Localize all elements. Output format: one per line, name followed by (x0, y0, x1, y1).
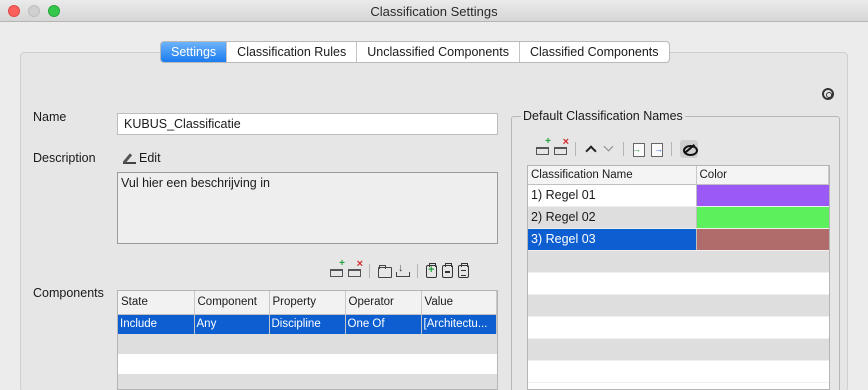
empty-row (118, 374, 497, 389)
pen-icon (123, 153, 136, 164)
classification-name-cell[interactable]: 1) Regel 01 (528, 184, 696, 207)
default-names-title: Default Classification Names (521, 109, 685, 123)
column-header[interactable]: Color (696, 166, 829, 185)
tab-classification-rules[interactable]: Classification Rules (226, 42, 356, 62)
table-cell[interactable]: One Of (345, 314, 422, 334)
empty-row (528, 360, 829, 383)
column-header[interactable]: Value (421, 291, 497, 315)
table-row[interactable]: 1) Regel 01 (528, 184, 829, 207)
toolbar-divider (671, 142, 672, 156)
default-names-toolbar (536, 136, 698, 158)
chevron-down-icon[interactable] (602, 143, 615, 155)
empty-row (528, 294, 829, 317)
empty-row (528, 272, 829, 295)
tab-settings[interactable]: Settings (161, 42, 227, 62)
empty-row (118, 354, 497, 374)
clipboard-add-icon[interactable] (426, 262, 437, 278)
color-swatch[interactable] (695, 206, 829, 229)
name-label: Name (33, 110, 67, 124)
table-row[interactable]: 3) Regel 03 (528, 228, 829, 251)
classification-names-table[interactable]: Classification Name Color 1) Regel 01 2)… (527, 165, 830, 390)
tab-classified-components[interactable]: Classified Components (519, 42, 669, 62)
edit-description-button[interactable]: Edit (123, 151, 161, 165)
column-header[interactable]: Operator (345, 291, 422, 315)
tab-bar: Settings Classification Rules Unclassifi… (160, 41, 670, 63)
column-header[interactable]: Property (269, 291, 346, 315)
empty-row (528, 338, 829, 361)
description-field[interactable]: Vul hier een beschrijving in (117, 172, 498, 244)
empty-row (118, 334, 497, 354)
chevron-up-icon[interactable] (584, 143, 597, 155)
delete-row-icon[interactable] (348, 258, 363, 277)
table-cell[interactable]: Discipline (269, 314, 346, 334)
description-label: Description (33, 151, 96, 165)
table-header-row: Classification Name Color (528, 166, 829, 185)
color-swatch[interactable] (695, 184, 829, 207)
export-icon[interactable] (650, 143, 663, 157)
toolbar-divider (575, 142, 576, 156)
add-row-icon[interactable] (330, 258, 345, 277)
window-title: Classification Settings (370, 4, 498, 19)
classification-name-cell[interactable]: 3) Regel 03 (528, 228, 696, 251)
components-table[interactable]: State Component Property Operator Value … (117, 290, 498, 390)
tab-unclassified-components[interactable]: Unclassified Components (356, 42, 519, 62)
toolbar-divider (369, 264, 370, 278)
color-swatch[interactable] (695, 228, 829, 251)
components-label: Components (33, 286, 104, 300)
clipboard-list-icon[interactable] (458, 262, 469, 278)
import-icon[interactable] (632, 143, 645, 157)
title-bar: Classification Settings (0, 0, 868, 22)
components-toolbar (330, 258, 469, 278)
folder-icon[interactable] (378, 265, 392, 278)
toolbar-divider (417, 264, 418, 278)
column-header[interactable]: Classification Name (528, 166, 697, 185)
toolbar-divider (623, 142, 624, 156)
table-header-row: State Component Property Operator Value (118, 291, 497, 315)
column-header[interactable]: Component (194, 291, 270, 315)
delete-row-icon[interactable] (554, 136, 569, 155)
eye-slash-icon[interactable] (680, 140, 698, 158)
add-row-icon[interactable] (536, 136, 551, 155)
classification-name-cell[interactable]: 2) Regel 02 (528, 206, 696, 229)
empty-row (528, 250, 829, 273)
edit-label: Edit (139, 151, 161, 165)
name-input[interactable]: KUBUS_Classificatie (117, 113, 498, 135)
table-cell[interactable]: Any (194, 314, 270, 334)
table-row[interactable]: 2) Regel 02 (528, 206, 829, 229)
help-icon[interactable] (822, 88, 834, 100)
table-cell[interactable]: Include (118, 314, 195, 334)
column-header[interactable]: State (118, 291, 195, 315)
table-cell[interactable]: [Architectu... (421, 314, 497, 334)
empty-row (528, 316, 829, 339)
download-icon[interactable] (396, 262, 410, 277)
clipboard-minus-icon[interactable] (442, 262, 453, 278)
table-row[interactable]: Include Any Discipline One Of [Architect… (118, 314, 497, 334)
